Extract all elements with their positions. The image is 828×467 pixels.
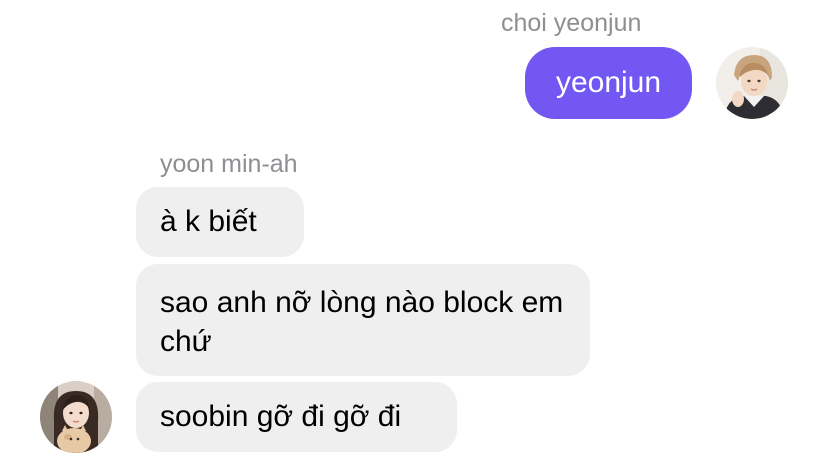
outgoing-sender-name: choi yeonjun bbox=[501, 9, 642, 37]
incoming-message-bubble[interactable]: soobin gỡ đi gỡ đi bbox=[136, 382, 457, 452]
outgoing-user-avatar[interactable] bbox=[716, 47, 788, 119]
incoming-sender-name: yoon min-ah bbox=[160, 150, 298, 178]
user-photo-icon bbox=[40, 381, 112, 453]
incoming-message-bubble[interactable]: à k biết bbox=[136, 187, 304, 257]
outgoing-message-bubble[interactable]: yeonjun bbox=[525, 47, 692, 119]
user-photo-icon bbox=[716, 47, 788, 119]
incoming-user-avatar[interactable] bbox=[40, 381, 112, 453]
incoming-message-bubble[interactable]: sao anh nỡ lòng nào block em chứ bbox=[136, 264, 590, 376]
chat-thread: choi yeonjun yeonjun yoon min-ah à k biế… bbox=[0, 0, 828, 467]
